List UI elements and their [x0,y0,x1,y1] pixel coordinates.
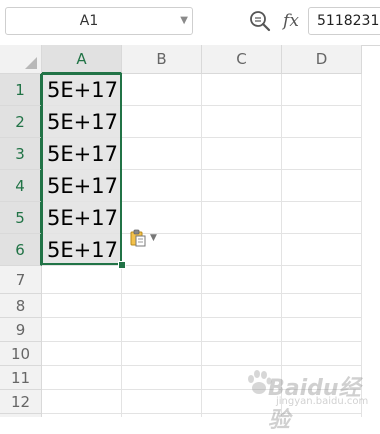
cell-d9[interactable] [282,318,362,342]
column-header-a[interactable]: A [42,45,122,74]
row-header-9[interactable]: 9 [0,318,42,342]
chevron-down-icon: ▼ [150,233,157,243]
cell-a4[interactable]: 5E+17 [42,170,122,202]
row-header-8[interactable]: 8 [0,294,42,318]
cell-b1[interactable] [122,74,202,106]
cell-b3[interactable] [122,138,202,170]
cell-a10[interactable] [42,342,122,366]
cell-d2[interactable] [282,106,362,138]
fill-handle[interactable] [118,261,126,269]
cell-a9[interactable] [42,318,122,342]
formula-toolbar: A1 ▼ fx 5118231 [0,0,380,46]
cell-b2[interactable] [122,106,202,138]
cell-c6[interactable] [202,234,282,266]
zoom-formula-icon[interactable] [249,10,271,32]
row-header-10[interactable]: 10 [0,342,42,366]
cell-a5[interactable]: 5E+17 [42,202,122,234]
row-header-4[interactable]: 4 [0,170,42,202]
select-all-icon [25,57,37,69]
clipboard-paste-icon [130,229,146,247]
cell-b9[interactable] [122,318,202,342]
cell-b7[interactable] [122,266,202,294]
row-header-7[interactable]: 7 [0,266,42,294]
name-box[interactable]: A1 ▼ [5,7,193,35]
cell-a12[interactable] [42,390,122,414]
cell-a7[interactable] [42,266,122,294]
cell-value: 5E+17 [47,237,118,262]
paste-options-button[interactable]: ▼ [129,229,163,247]
select-all-corner[interactable] [0,45,42,74]
column-header-b[interactable]: B [122,45,202,74]
cell-b12[interactable] [122,390,202,414]
cell-c1[interactable] [202,74,282,106]
column-header-d[interactable]: D [282,45,362,74]
cell-a1[interactable]: 5E+17 [42,74,122,106]
cell-a2[interactable]: 5E+17 [42,106,122,138]
cell-c7[interactable] [202,266,282,294]
name-box-value: A1 [79,13,99,29]
cell-d5[interactable] [282,202,362,234]
cell-b4[interactable] [122,170,202,202]
cell-d10[interactable] [282,342,362,366]
cell-c8[interactable] [202,294,282,318]
formula-bar-value: 5118231 [317,13,380,29]
cell-value: 5E+17 [47,109,118,134]
cell-d1[interactable] [282,74,362,106]
cell-b10[interactable] [122,342,202,366]
row-header-2[interactable]: 2 [0,106,42,138]
watermark-url: jingyan.baidu.com [276,396,369,407]
formula-bar[interactable]: 5118231 [308,7,380,35]
cell-d6[interactable] [282,234,362,266]
cell-c10[interactable] [202,342,282,366]
spreadsheet-grid: A B C D 1 5E+17 2 5E+17 3 5E+17 4 5E+17 5 5E+17 6 5E+17… [0,45,380,417]
cell-d7[interactable] [282,266,362,294]
cell-value: 5E+17 [47,173,118,198]
cell-d4[interactable] [282,170,362,202]
column-header-c[interactable]: C [202,45,282,74]
cell-value: 5E+17 [47,77,118,102]
cell-d8[interactable] [282,294,362,318]
row-header-6[interactable]: 6 [0,234,42,266]
cell-c5[interactable] [202,202,282,234]
row-header-3[interactable]: 3 [0,138,42,170]
watermark: Baidu经验 jingyan.baidu.com [246,366,376,433]
cell-b11[interactable] [122,366,202,390]
row-header-1[interactable]: 1 [0,74,42,106]
row-header-11[interactable]: 11 [0,366,42,390]
chevron-down-icon[interactable]: ▼ [180,8,188,34]
cell-a8[interactable] [42,294,122,318]
cell-a3[interactable]: 5E+17 [42,138,122,170]
row-header-5[interactable]: 5 [0,202,42,234]
cell-c3[interactable] [202,138,282,170]
cell-d3[interactable] [282,138,362,170]
cell-value: 5E+17 [47,141,118,166]
fx-icon[interactable]: fx [279,9,303,33]
cell-c2[interactable] [202,106,282,138]
row-header-12[interactable]: 12 [0,390,42,414]
cell-a6[interactable]: 5E+17 [42,234,122,266]
cell-c4[interactable] [202,170,282,202]
cell-b8[interactable] [122,294,202,318]
cell-c9[interactable] [202,318,282,342]
cell-value: 5E+17 [47,205,118,230]
cell-a11[interactable] [42,366,122,390]
